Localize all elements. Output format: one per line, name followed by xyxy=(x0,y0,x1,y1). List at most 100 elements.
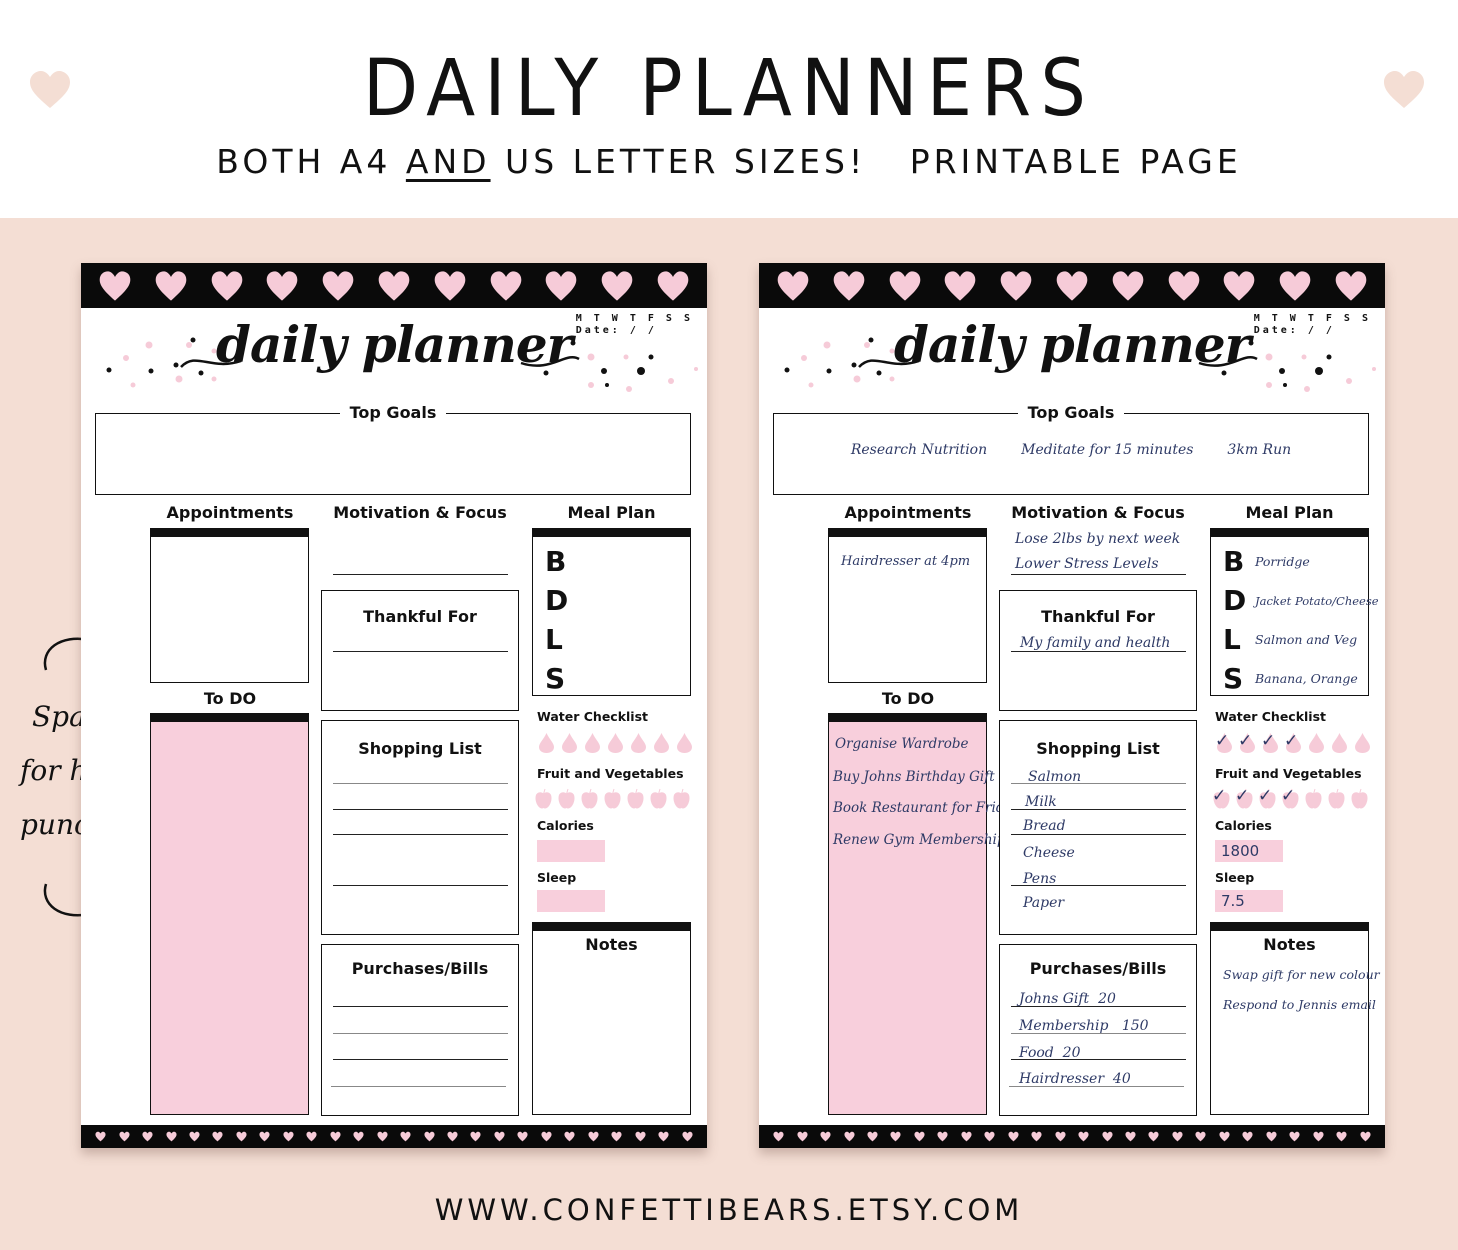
note-item[interactable]: Swap gift for new colour xyxy=(1223,967,1380,982)
water-drop-icon[interactable]: ✓ xyxy=(1284,732,1303,754)
confetti-dot xyxy=(175,375,183,383)
shopping-item[interactable]: Milk xyxy=(1025,794,1057,810)
todo-box[interactable]: Organise Wardrobe Buy Johns Birthday Gif… xyxy=(828,713,1020,1115)
apple-icon[interactable] xyxy=(580,787,599,809)
sleep-field[interactable]: 7.5 xyxy=(1215,890,1283,912)
water-drop-icon[interactable] xyxy=(537,732,556,754)
appointments-box[interactable]: Hairdresser at 4pm xyxy=(828,528,987,683)
water-drop-icon[interactable]: ✓ xyxy=(1261,732,1280,754)
apple-icon[interactable] xyxy=(534,787,553,809)
heart-icon xyxy=(937,1131,948,1142)
date-field[interactable]: Date: / / xyxy=(576,325,693,337)
purchases-box[interactable]: Purchases/Bills Johns Gift 20 Membership… xyxy=(999,944,1197,1116)
goal-item[interactable]: Meditate for 15 minutes xyxy=(1021,442,1193,458)
apple-icon[interactable]: ✓ xyxy=(1281,787,1300,809)
purchase-line[interactable] xyxy=(333,1033,508,1034)
todo-box[interactable] xyxy=(150,713,309,1115)
todo-item[interactable]: Buy Johns Birthday Gift xyxy=(833,769,995,785)
water-drop-icon[interactable] xyxy=(606,732,625,754)
apple-icon[interactable] xyxy=(1350,787,1369,809)
water-drop-icon[interactable] xyxy=(652,732,671,754)
apple-icon[interactable]: ✓ xyxy=(1258,787,1277,809)
notes-box[interactable]: Notes Swap gift for new colour Respond t… xyxy=(1210,922,1380,1115)
shopping-box[interactable]: Shopping List xyxy=(321,720,519,935)
apple-icon[interactable] xyxy=(603,787,622,809)
shopping-item[interactable]: Paper xyxy=(1023,895,1064,911)
purchases-heading: Purchases/Bills xyxy=(351,959,489,978)
top-goals-box[interactable]: Top Goals xyxy=(95,403,691,495)
water-drop-icon[interactable] xyxy=(1353,732,1372,754)
shopping-item[interactable]: Bread xyxy=(1023,818,1066,834)
apple-icon[interactable]: ✓ xyxy=(1212,787,1231,809)
shopping-item[interactable]: Cheese xyxy=(1023,845,1075,861)
heart-icon xyxy=(1031,1131,1042,1142)
thankful-box[interactable]: Thankful For xyxy=(321,590,519,711)
water-drop-icon[interactable] xyxy=(1307,732,1326,754)
water-drop-icon[interactable] xyxy=(560,732,579,754)
meal-plan-box[interactable]: B Porridge D Jacket Potato/Cheese L Salmon … xyxy=(1210,528,1379,696)
goal-item[interactable]: Research Nutrition xyxy=(851,442,987,458)
motivation-heading: Motivation & Focus xyxy=(333,503,507,522)
meal-plan-box[interactable]: B D L S xyxy=(532,528,691,696)
apple-icon[interactable] xyxy=(672,787,691,809)
weekdays[interactable]: M T W T F S S xyxy=(576,313,693,325)
heart-icon xyxy=(1125,1131,1136,1142)
meal-row[interactable]: L Salmon and Veg xyxy=(1223,623,1357,656)
heart-icon xyxy=(353,1131,364,1142)
heart-icon xyxy=(142,1131,153,1142)
notes-box[interactable]: Notes xyxy=(532,922,691,1115)
meal-row[interactable]: D Jacket Potato/Cheese xyxy=(1223,584,1379,617)
heart-icon xyxy=(1289,1131,1300,1142)
meal-row[interactable]: B Porridge xyxy=(1223,545,1310,578)
heart-icon xyxy=(259,1131,270,1142)
apple-icon[interactable] xyxy=(1304,787,1323,809)
meal-row[interactable]: S Banana, Orange xyxy=(1223,662,1358,695)
meal-letter: L xyxy=(545,623,563,656)
heart-icon xyxy=(1168,270,1199,301)
top-goals-box[interactable]: Top Goals Research Nutrition Meditate fo… xyxy=(773,403,1369,495)
shopping-box[interactable]: Shopping List Salmon Milk Bread Cheese P… xyxy=(999,720,1197,935)
apple-icon[interactable] xyxy=(649,787,668,809)
water-drop-icon[interactable] xyxy=(1330,732,1349,754)
motivation-line[interactable] xyxy=(333,574,508,575)
water-drop-icon[interactable] xyxy=(629,732,648,754)
apple-icon[interactable]: ✓ xyxy=(1235,787,1254,809)
apple-icon[interactable] xyxy=(1327,787,1346,809)
thankful-item[interactable]: My family and health xyxy=(1020,635,1170,651)
date-field[interactable]: Date: / / xyxy=(1254,325,1371,337)
purchase-line[interactable] xyxy=(333,1059,508,1060)
apple-icon[interactable] xyxy=(626,787,645,809)
purchase-line[interactable] xyxy=(333,1006,508,1007)
weekdays[interactable]: M T W T F S S xyxy=(1254,313,1371,325)
water-drop-icon[interactable] xyxy=(583,732,602,754)
appointments-box[interactable] xyxy=(150,528,309,683)
heart-icon xyxy=(267,270,298,301)
note-item[interactable]: Respond to Jennis email xyxy=(1223,997,1376,1012)
purchase-line[interactable] xyxy=(331,1086,506,1087)
todo-item[interactable]: Organise Wardrobe xyxy=(835,736,969,752)
thankful-box[interactable]: Thankful For My family and health xyxy=(999,590,1197,711)
thankful-line[interactable] xyxy=(333,651,508,652)
shop-url[interactable]: WWW.CONFETTIBEARS.ETSY.COM xyxy=(0,1193,1458,1227)
appointment-item[interactable]: Hairdresser at 4pm xyxy=(841,554,970,569)
water-drop-icon[interactable]: ✓ xyxy=(1215,732,1234,754)
calories-field[interactable] xyxy=(537,840,605,862)
shopping-line[interactable] xyxy=(333,885,508,886)
motivation-item[interactable]: Lose 2lbs by next week xyxy=(1015,531,1180,547)
shopping-line[interactable] xyxy=(333,809,508,810)
shopping-line[interactable] xyxy=(333,783,508,784)
sleep-field[interactable] xyxy=(537,890,605,912)
day-date-block: M T W T F S S Date: / / xyxy=(576,313,693,337)
notes-heading: Notes xyxy=(585,935,638,954)
apple-icon[interactable] xyxy=(557,787,576,809)
water-drop-icon[interactable] xyxy=(675,732,694,754)
motivation-item[interactable]: Lower Stress Levels xyxy=(1015,556,1159,572)
shopping-line[interactable] xyxy=(333,834,508,835)
purchases-box[interactable]: Purchases/Bills xyxy=(321,944,519,1116)
confetti-dot xyxy=(1266,382,1272,388)
water-drop-icon[interactable]: ✓ xyxy=(1238,732,1257,754)
todo-item[interactable]: Book Restaurant for Friday xyxy=(833,800,1020,816)
calories-field[interactable]: 1800 xyxy=(1215,840,1283,862)
todo-item[interactable]: Renew Gym Membership xyxy=(833,832,1005,848)
goal-item[interactable]: 3km Run xyxy=(1227,442,1291,458)
